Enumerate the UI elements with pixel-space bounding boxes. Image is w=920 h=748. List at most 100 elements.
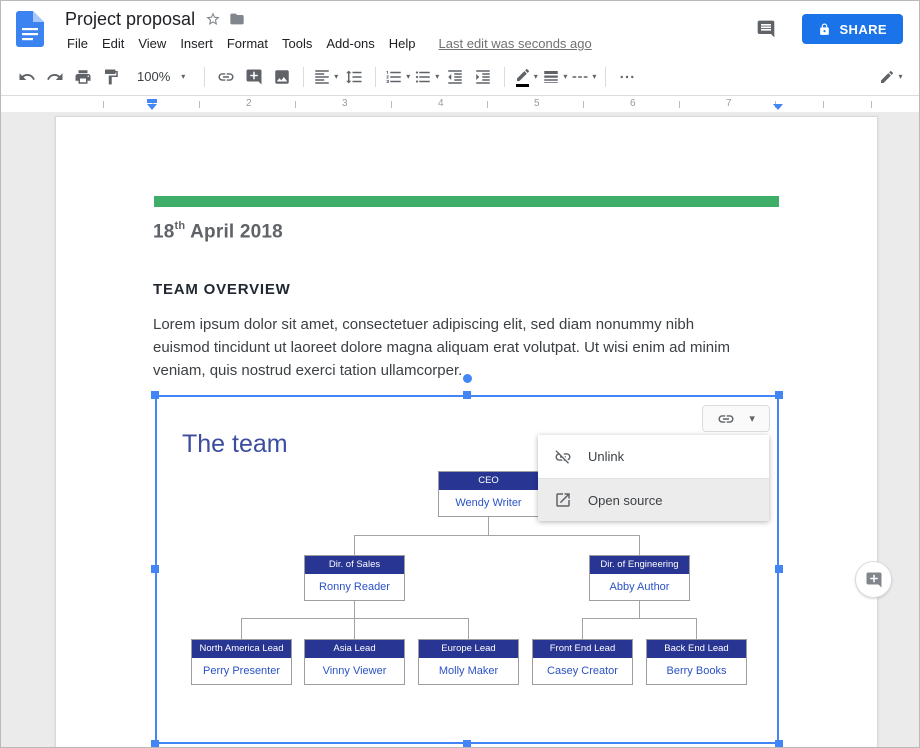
align-button[interactable]: ▾ [313,64,338,90]
ruler: 1 2 3 4 5 6 7 [1,97,919,112]
org-node-lead: Back End Lead Berry Books [646,639,747,685]
menu-file[interactable]: File [65,34,95,53]
chevron-down-icon: ▾ [406,72,410,81]
selection-handle-ne[interactable] [775,391,783,399]
ruler-number: 5 [531,98,543,109]
zoom-value: 100% [137,69,170,84]
redo-button[interactable] [43,64,67,90]
org-connector [582,618,583,639]
title-block: Project proposal File Edit View Insert F… [65,6,592,53]
chevron-down-icon[interactable]: ▾ [749,412,755,425]
selection-handle-w[interactable] [151,565,159,573]
insert-comment-button[interactable] [242,64,266,90]
folder-icon[interactable] [229,11,245,27]
editing-mode-button[interactable]: ▾ [879,64,903,90]
border-weight-button[interactable]: ▾ [542,64,567,90]
org-role: Asia Lead [305,640,404,658]
border-color-button[interactable]: ▾ [514,64,538,90]
header-actions: SHARE [756,14,903,44]
last-edit-link[interactable]: Last edit was seconds ago [439,36,592,51]
undo-button[interactable] [15,64,39,90]
link-icon [717,410,735,428]
document-page[interactable]: 18th April 2018 TEAM OVERVIEW Lorem ipsu… [55,116,878,747]
menu-format[interactable]: Format [220,34,275,53]
add-comment-button[interactable] [855,561,892,598]
first-line-indent-marker[interactable] [147,99,157,103]
chevron-down-icon: ▾ [534,72,538,81]
left-indent-marker[interactable] [147,104,157,110]
linked-chart-menu: Unlink Open source [538,435,769,521]
document-canvas: 18th April 2018 TEAM OVERVIEW Lorem ipsu… [1,112,919,747]
insert-image-button[interactable] [270,64,294,90]
title-divider-bar [154,196,779,207]
org-role: Dir. of Sales [305,556,404,574]
chevron-down-icon: ▾ [563,72,567,81]
menu-edit[interactable]: Edit [95,34,131,53]
ruler-number: 4 [435,98,447,109]
org-connector [354,618,355,639]
share-label: SHARE [839,22,887,37]
menu-help[interactable]: Help [382,34,423,53]
org-node-lead: Asia Lead Vinny Viewer [304,639,405,685]
line-spacing-button[interactable] [342,64,366,90]
selection-handle-e[interactable] [775,565,783,573]
paint-format-button[interactable] [99,64,123,90]
insert-link-button[interactable] [214,64,238,90]
chevron-down-icon: ▾ [334,72,338,81]
toolbar-separator [605,67,606,87]
org-node-lead: North America Lead Perry Presenter [191,639,292,685]
menu-bar: File Edit View Insert Format Tools Add-o… [65,34,592,53]
org-role: Europe Lead [419,640,518,658]
selection-handle-sw[interactable] [151,740,159,747]
org-connector [639,601,640,618]
chevron-down-icon: ▾ [181,72,185,81]
menu-addons[interactable]: Add-ons [319,34,381,53]
body-paragraph: Lorem ipsum dolor sit amet, consectetuer… [153,313,747,382]
google-docs-logo[interactable] [16,11,44,47]
org-node-lead: Front End Lead Casey Creator [532,639,633,685]
share-button[interactable]: SHARE [802,14,903,44]
decrease-indent-button[interactable] [443,64,467,90]
ruler-number: 7 [723,98,735,109]
toolbar-separator [375,67,376,87]
selection-handle-n[interactable] [463,391,471,399]
linked-chart-toolbar[interactable]: ▾ [702,405,770,432]
add-comment-icon [865,571,883,589]
right-indent-marker[interactable] [773,104,783,110]
org-role: CEO [439,472,538,490]
zoom-select[interactable]: 100% ▾ [129,64,193,90]
selection-handle-nw[interactable] [151,391,159,399]
print-button[interactable] [71,64,95,90]
menu-insert[interactable]: Insert [173,34,220,53]
ruler-number: 2 [243,98,255,109]
menu-tools[interactable]: Tools [275,34,319,53]
increase-indent-button[interactable] [471,64,495,90]
star-icon[interactable] [205,11,221,27]
selection-handle-s[interactable] [463,740,471,747]
org-role: North America Lead [192,640,291,658]
border-dash-button[interactable]: ▾ [571,64,596,90]
menu-view[interactable]: View [131,34,173,53]
org-name: Molly Maker [419,658,518,684]
more-tools-button[interactable] [615,64,639,90]
org-role: Front End Lead [533,640,632,658]
menu-item-open-source[interactable]: Open source [538,478,769,521]
numbered-list-button[interactable]: ▾ [385,64,410,90]
org-chart-title: The team [182,430,288,459]
selected-image[interactable]: The team CEO Wendy Writer [155,395,779,744]
org-connector [468,618,469,639]
bulleted-list-button[interactable]: ▾ [414,64,439,90]
unlink-icon [554,448,572,466]
org-connector [354,535,640,536]
open-in-new-icon [554,491,572,509]
ruler-ticks [56,101,878,108]
org-name: Wendy Writer [439,490,538,516]
org-node-lead: Europe Lead Molly Maker [418,639,519,685]
rotate-handle[interactable] [463,374,472,383]
menu-item-label: Open source [588,493,662,508]
comments-button[interactable] [756,19,776,39]
menu-item-unlink[interactable]: Unlink [538,435,769,478]
document-title[interactable]: Project proposal [65,9,195,30]
org-connector [639,535,640,555]
selection-handle-se[interactable] [775,740,783,747]
